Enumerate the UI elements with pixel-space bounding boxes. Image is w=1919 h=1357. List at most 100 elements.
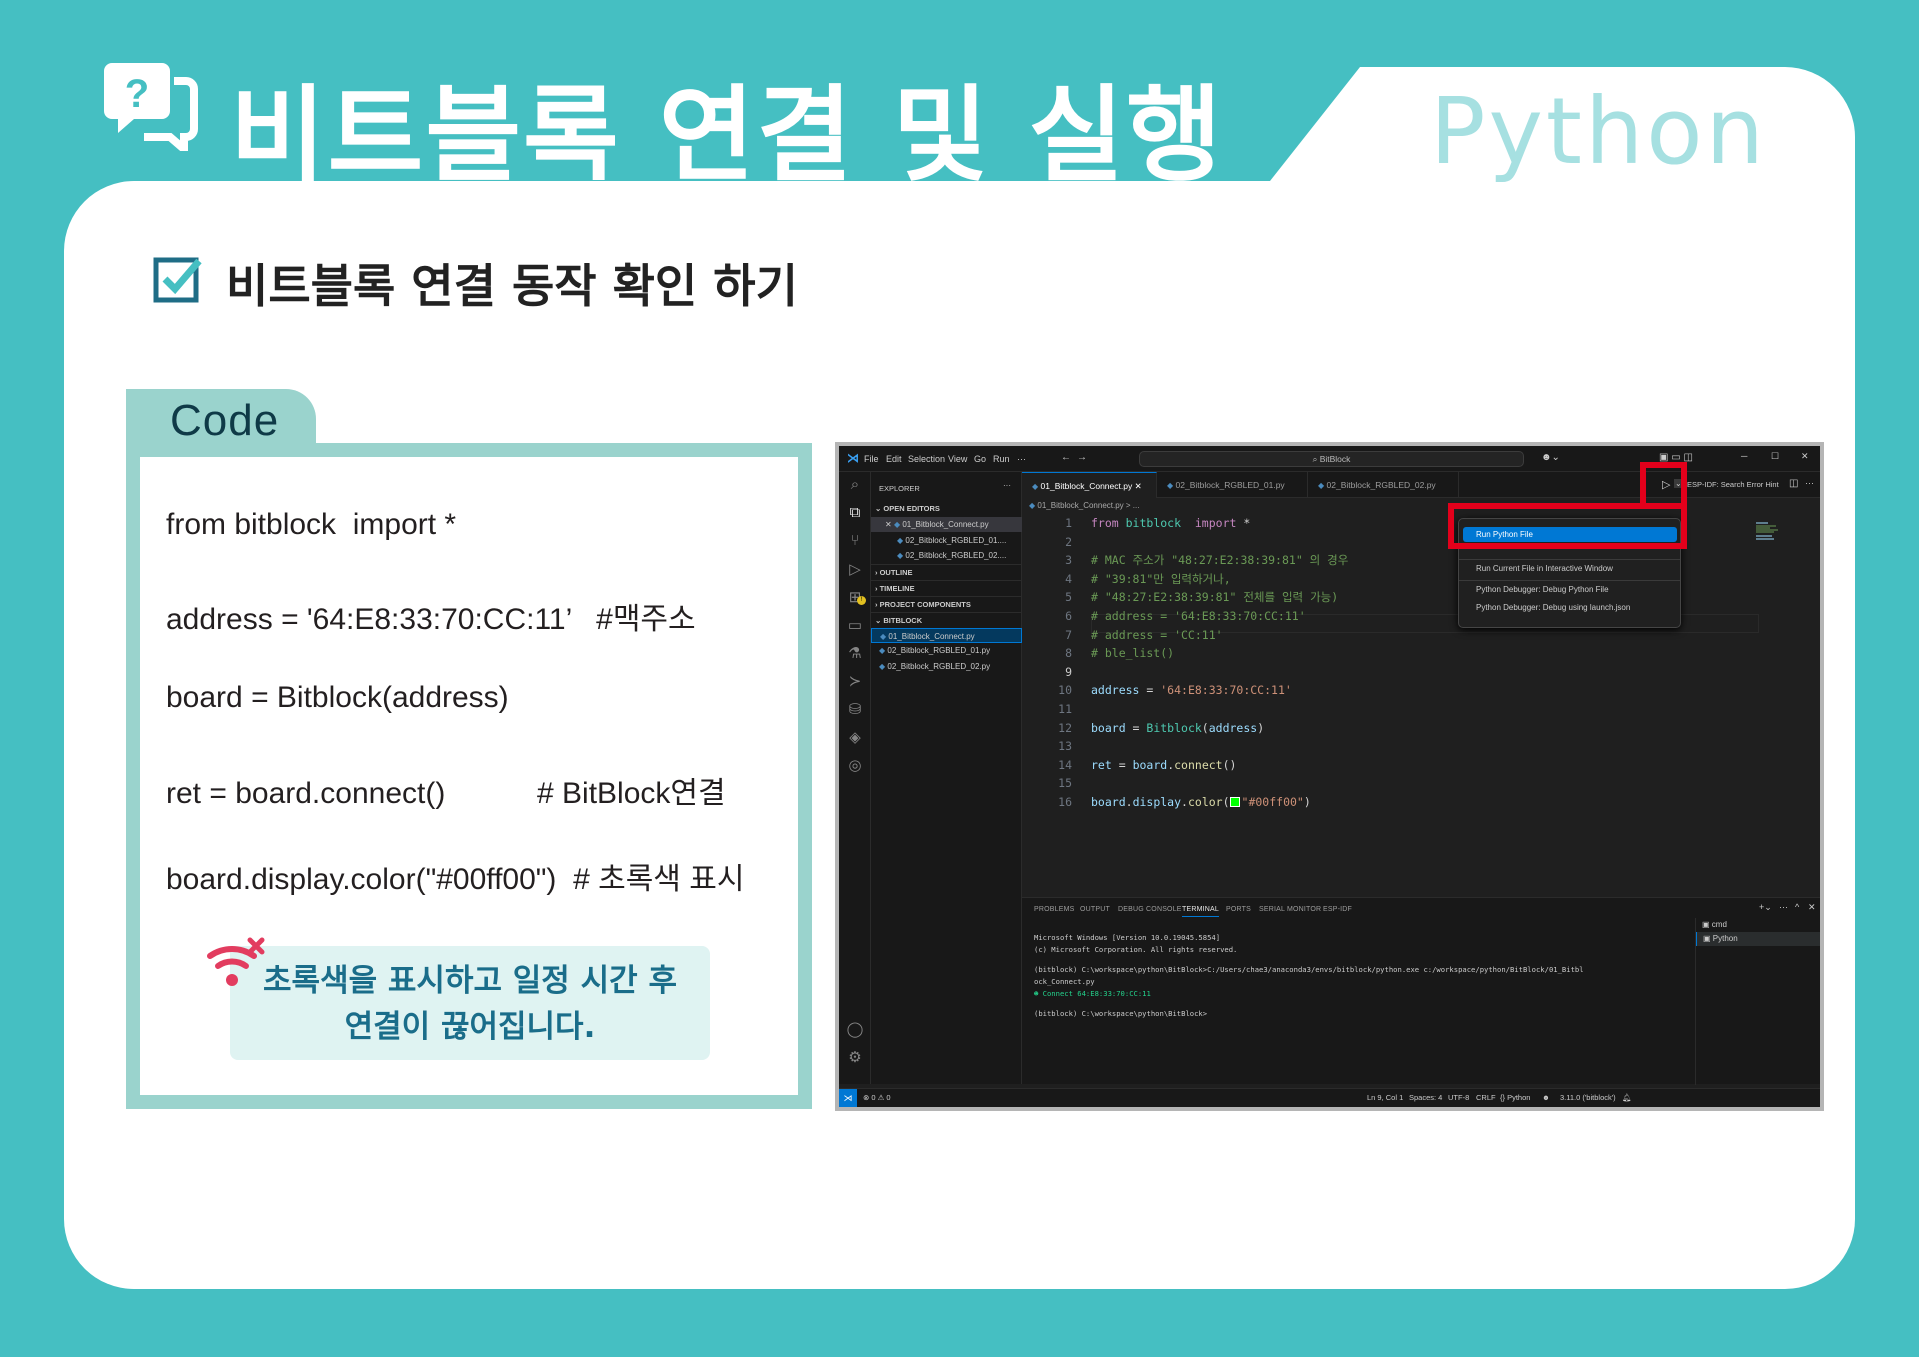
explorer-icon[interactable]: ⧉ bbox=[839, 504, 871, 521]
checkbox-icon bbox=[153, 257, 202, 303]
copilot-icon[interactable]: ☻⌄ bbox=[1541, 452, 1560, 463]
file-item[interactable]: ◆ 02_Bitblock_RGBLED_02.py bbox=[871, 659, 1022, 674]
copilot-status-icon[interactable]: ☻ bbox=[1542, 1093, 1550, 1102]
panel-tab-terminal[interactable]: TERMINAL bbox=[1182, 906, 1219, 917]
maximize-panel-icon[interactable]: ^ bbox=[1795, 902, 1799, 912]
timeline-section[interactable]: › TIMELINE bbox=[871, 580, 1022, 595]
search-icon[interactable]: ⌕ bbox=[839, 476, 871, 493]
minimize-icon[interactable]: ─ bbox=[1741, 451, 1747, 461]
menu-view[interactable]: View bbox=[948, 454, 967, 464]
layers-icon[interactable]: ◈ bbox=[839, 728, 871, 746]
terminal-icon: ▣ bbox=[1703, 934, 1713, 943]
token: display bbox=[1132, 795, 1182, 809]
esp-idf-icon[interactable]: ◎ bbox=[839, 756, 871, 774]
minimap[interactable] bbox=[1756, 522, 1784, 542]
open-editor-item[interactable]: ✕ ◆ 01_Bitblock_Connect.py bbox=[871, 517, 1022, 532]
command-search-box[interactable]: ⌕ BitBlock bbox=[1139, 451, 1524, 467]
tab-02-rgbled-01[interactable]: ◆ 02_Bitblock_RGBLED_01.py bbox=[1157, 472, 1308, 498]
close-tab-icon[interactable]: ✕ bbox=[1135, 481, 1142, 491]
python-file-icon: ◆ bbox=[1032, 482, 1039, 491]
language-mode[interactable]: {} Python bbox=[1500, 1093, 1530, 1102]
file-item[interactable]: ◆ 02_Bitblock_RGBLED_01.py bbox=[871, 643, 1022, 658]
token: ) bbox=[1303, 795, 1311, 809]
bitblock-folder[interactable]: ⌄ BITBLOCK bbox=[871, 612, 1022, 627]
remote-indicator-icon[interactable]: ⋊ bbox=[839, 1089, 857, 1107]
run-debug-icon[interactable]: ▷ bbox=[839, 560, 871, 578]
back-arrow-icon[interactable]: ← bbox=[1061, 452, 1071, 463]
close-panel-icon[interactable]: ✕ bbox=[1808, 902, 1816, 913]
encoding[interactable]: UTF-8 bbox=[1448, 1093, 1469, 1102]
code-tab-label: Code bbox=[170, 396, 280, 445]
panel-tab-output[interactable]: OUTPUT bbox=[1080, 906, 1110, 913]
database-icon[interactable]: ⛁ bbox=[839, 700, 871, 718]
extensions-icon[interactable]: ⊞! bbox=[839, 588, 871, 606]
panel-tab-ports[interactable]: PORTS bbox=[1226, 906, 1251, 913]
token: = bbox=[1125, 720, 1147, 735]
token: from bbox=[1091, 516, 1119, 530]
menu-item-run-interactive[interactable]: Run Current File in Interactive Window bbox=[1476, 564, 1613, 573]
menu-run[interactable]: Run bbox=[993, 454, 1010, 464]
code-line: ret = board.connect() # BitBlock연결 bbox=[166, 777, 726, 810]
code-editor[interactable]: 1 2 3 4 5 6 7 8 9 10 11 12 13 14 15 16 f… bbox=[1022, 514, 1820, 896]
line-endings[interactable]: CRLF bbox=[1476, 1093, 1496, 1102]
esp-idf-hint-button[interactable]: ESP-IDF: Search Error Hint bbox=[1687, 480, 1779, 489]
menu-go[interactable]: Go bbox=[974, 454, 986, 464]
code-line: address = '64:E8:33:70:CC:11' bbox=[1091, 681, 1292, 700]
line-number: 2 bbox=[1065, 534, 1072, 549]
powershell-icon[interactable]: ≻ bbox=[839, 672, 871, 690]
line-number: 14 bbox=[1058, 757, 1072, 772]
new-terminal-icon[interactable]: +⌄ bbox=[1759, 902, 1772, 913]
breadcrumb[interactable]: ◆ 01_Bitblock_Connect.py > ... bbox=[1029, 501, 1139, 510]
line-number: 8 bbox=[1065, 646, 1072, 661]
tab-01-bitblock-connect[interactable]: ◆ 01_Bitblock_Connect.py ✕ bbox=[1022, 472, 1157, 498]
account-icon[interactable]: ◯ bbox=[839, 1020, 871, 1038]
maximize-icon[interactable]: ☐ bbox=[1771, 451, 1779, 462]
problems-count[interactable]: ⊗ 0 ⚠ 0 bbox=[863, 1093, 891, 1102]
menu-selection[interactable]: Selection bbox=[908, 454, 945, 464]
tab-02-rgbled-02[interactable]: ◆ 02_Bitblock_RGBLED_02.py bbox=[1308, 472, 1459, 498]
python-interpreter[interactable]: 3.11.0 ('bitblock') bbox=[1560, 1093, 1616, 1102]
settings-gear-icon[interactable]: ⚙ bbox=[839, 1048, 871, 1066]
menu-edit[interactable]: Edit bbox=[886, 454, 902, 464]
color-swatch[interactable] bbox=[1229, 797, 1240, 807]
open-editors-section[interactable]: ⌄ OPEN EDITORS bbox=[871, 501, 1022, 516]
file-name: 02_Bitblock_RGBLED_01.py bbox=[887, 646, 991, 655]
terminal-line: (bitblock) C:\workspace\python\BitBlock>… bbox=[1034, 965, 1584, 974]
terminal-name: Python bbox=[1712, 934, 1738, 943]
line-number: 3 bbox=[1065, 553, 1072, 568]
testing-icon[interactable]: ⚗ bbox=[839, 644, 871, 662]
forward-arrow-icon[interactable]: → bbox=[1077, 452, 1087, 463]
file-item[interactable]: ◆ 01_Bitblock_Connect.py bbox=[871, 628, 1022, 643]
python-file-icon: ◆ bbox=[897, 551, 904, 560]
open-editor-item[interactable]: ◆ 02_Bitblock_RGBLED_02.... bbox=[871, 548, 1022, 563]
notifications-bell-icon[interactable]: 🔔︎ bbox=[1622, 1093, 1632, 1102]
open-editor-item[interactable]: ◆ 02_Bitblock_RGBLED_01.... bbox=[871, 533, 1022, 548]
source-control-icon[interactable]: ⑂ bbox=[839, 532, 871, 549]
terminal-item-python[interactable]: ▣ Python bbox=[1696, 932, 1820, 946]
code-line: # ble_list() bbox=[1091, 646, 1175, 661]
panel-more-icon[interactable]: ··· bbox=[1779, 902, 1788, 912]
menu-item-debug-launch-json[interactable]: Python Debugger: Debug using launch.json bbox=[1476, 603, 1630, 612]
panel-tab-esp-idf[interactable]: ESP-IDF bbox=[1323, 906, 1352, 913]
menu-more[interactable]: ··· bbox=[1017, 454, 1026, 464]
editor-more-icon[interactable]: ··· bbox=[1805, 478, 1814, 488]
outline-section[interactable]: › OUTLINE bbox=[871, 564, 1022, 579]
remote-explorer-icon[interactable]: ▭ bbox=[839, 616, 871, 634]
cursor-position[interactable]: Ln 9, Col 1 bbox=[1367, 1093, 1403, 1102]
tab-label: 02_Bitblock_RGBLED_01.py bbox=[1175, 480, 1285, 490]
menu-item-debug-python-file[interactable]: Python Debugger: Debug Python File bbox=[1476, 585, 1609, 594]
line-number: 11 bbox=[1058, 702, 1072, 716]
token: address bbox=[1208, 720, 1258, 735]
panel-tab-serial-monitor[interactable]: SERIAL MONITOR bbox=[1259, 906, 1321, 913]
project-components-section[interactable]: › PROJECT COMPONENTS bbox=[871, 596, 1022, 611]
split-editor-icon[interactable]: ◫ bbox=[1789, 478, 1798, 489]
code-line: # "48:27:E2:38:39:81" 전체를 입력 가능) bbox=[1091, 590, 1339, 605]
menu-file[interactable]: File bbox=[864, 454, 879, 464]
panel-tab-problems[interactable]: PROBLEMS bbox=[1034, 906, 1075, 913]
panel-tab-debug-console[interactable]: DEBUG CONSOLE bbox=[1118, 906, 1182, 913]
close-window-icon[interactable]: ✕ bbox=[1801, 451, 1809, 462]
terminal-item-cmd[interactable]: ▣ cmd bbox=[1696, 918, 1820, 932]
indentation[interactable]: Spaces: 4 bbox=[1409, 1093, 1442, 1102]
explorer-more-button[interactable]: ··· bbox=[1003, 481, 1011, 490]
token: ( bbox=[1201, 720, 1209, 735]
